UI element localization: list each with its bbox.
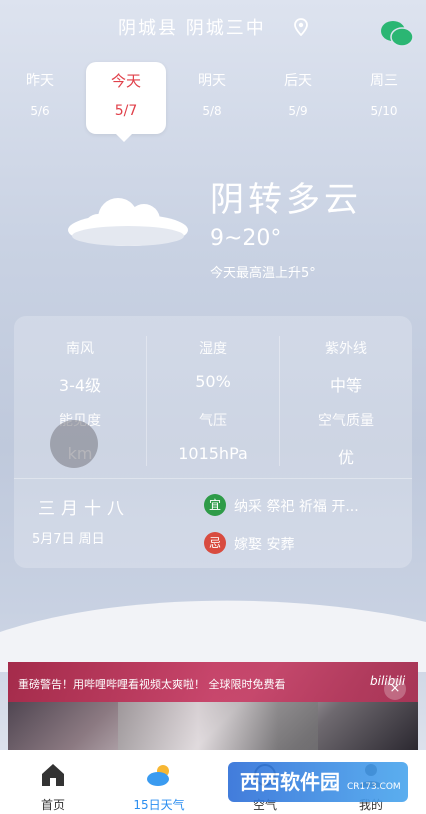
gregorian-date: 5月7日 周日 [32, 532, 105, 547]
aqi-value: 优 [337, 448, 354, 467]
pressure-value: 1015hPa [178, 444, 248, 463]
divider [14, 478, 412, 479]
yi-activities[interactable]: 纳采 祭祀 祈福 开... [234, 496, 359, 516]
divider [279, 336, 280, 466]
day-tab-yesterday[interactable]: 昨天 5/6 [0, 62, 80, 134]
day-date: 5/10 [370, 104, 398, 118]
lunar-date[interactable]: 三月十八 [38, 494, 130, 519]
wind-value: 3-4级 [58, 376, 102, 395]
day-date: 5/7 [114, 103, 138, 119]
humidity-cell: 湿度 50% [147, 338, 279, 391]
location-title[interactable]: 阴城县 阴城三中 [118, 14, 266, 40]
day-date: 5/6 [30, 104, 50, 118]
cloud-sun-icon [147, 765, 169, 786]
ad-close-button[interactable]: × [384, 678, 406, 700]
watermark-text: 西西软件园 [240, 770, 340, 794]
pressure-label: 气压 [199, 413, 227, 429]
wave-decoration [0, 600, 426, 672]
details-panel: 南风 3-4级 湿度 50% 紫外线 中等 能见度 km 气压 1015hPa … [14, 316, 412, 568]
day-date: 5/9 [288, 104, 308, 118]
aqi-cell: 空气质量 优 [280, 410, 412, 468]
nav-label: 首页 [40, 798, 65, 812]
uv-cell: 紫外线 中等 [280, 338, 412, 396]
uv-label: 紫外线 [325, 341, 367, 357]
day-date: 5/8 [202, 104, 222, 118]
aqi-label: 空气质量 [318, 413, 374, 429]
ji-activities[interactable]: 嫁娶 安葬 [234, 534, 294, 554]
day-selector: 昨天 5/6 今天 5/7 明天 5/8 后天 5/9 周三 5/10 [0, 62, 426, 142]
nav-home[interactable]: 首页 [0, 750, 106, 814]
header: 阴城县 阴城三中 [0, 8, 426, 47]
nav-label: 15日天气 [133, 798, 185, 812]
watermark-sub: CR173.COM [346, 782, 401, 792]
day-tab-today[interactable]: 今天 5/7 [86, 62, 166, 134]
wind-cell: 南风 3-4级 [14, 338, 146, 396]
active-day-pointer [116, 134, 132, 142]
humidity-label: 湿度 [199, 341, 227, 357]
divider [146, 336, 147, 466]
wind-label: 南风 [66, 341, 94, 357]
ad-text: 重磅警告！用哔哩哔哩看视频太爽啦！ 全球限时免费看 [18, 678, 286, 691]
watermark-logo: 西西软件园 CR173.COM [228, 762, 408, 802]
temperature-range: 9~20° [210, 226, 282, 251]
ad-banner[interactable]: 重磅警告！用哔哩哔哩看视频太爽啦！ 全球限时免费看 bilibili × [8, 662, 418, 750]
assistant-bubble-icon[interactable] [50, 420, 98, 468]
humidity-value: 50% [195, 372, 231, 391]
uv-value: 中等 [329, 376, 362, 395]
ji-badge: 忌 [204, 532, 226, 554]
weather-condition: 阴转多云 [210, 180, 362, 220]
day-name: 今天 [110, 72, 141, 90]
ad-image [118, 702, 318, 750]
day-name: 明天 [198, 73, 226, 89]
home-icon [42, 764, 64, 786]
wechat-icon[interactable] [380, 20, 414, 48]
pressure-cell: 气压 1015hPa [147, 410, 279, 463]
day-tab-wednesday[interactable]: 周三 5/10 [344, 62, 424, 134]
day-name: 后天 [284, 73, 312, 89]
day-name: 昨天 [26, 73, 54, 89]
day-tab-tomorrow[interactable]: 明天 5/8 [172, 62, 252, 134]
yi-badge: 宜 [204, 494, 226, 516]
cloud-icon [68, 198, 188, 246]
temperature-tip: 今天最高温上升5° [210, 266, 316, 281]
location-pin-icon[interactable] [294, 18, 308, 36]
day-name: 周三 [370, 73, 398, 89]
day-tab-after-tomorrow[interactable]: 后天 5/9 [258, 62, 338, 134]
nav-15day[interactable]: 15日天气 [106, 750, 212, 814]
